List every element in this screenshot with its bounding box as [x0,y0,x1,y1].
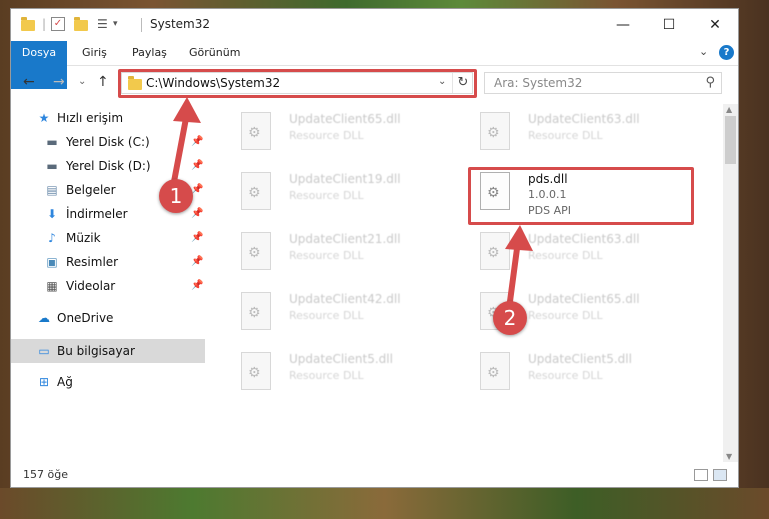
annotation-arrow-2 [506,238,521,312]
step-2-badge: 2 [493,301,527,335]
annotation-arrows [170,97,533,312]
annotation-arrowhead-1 [173,97,201,123]
annotation-arrow-1 [170,110,190,190]
annotation-arrowhead-2 [505,225,533,251]
desktop-background [0,488,769,519]
step-1-badge: 1 [159,179,193,213]
file-explorer-window: | ✓ ☰ ▾ System32 — ☐ ✕ Dosya Giriş Payla… [10,8,739,488]
